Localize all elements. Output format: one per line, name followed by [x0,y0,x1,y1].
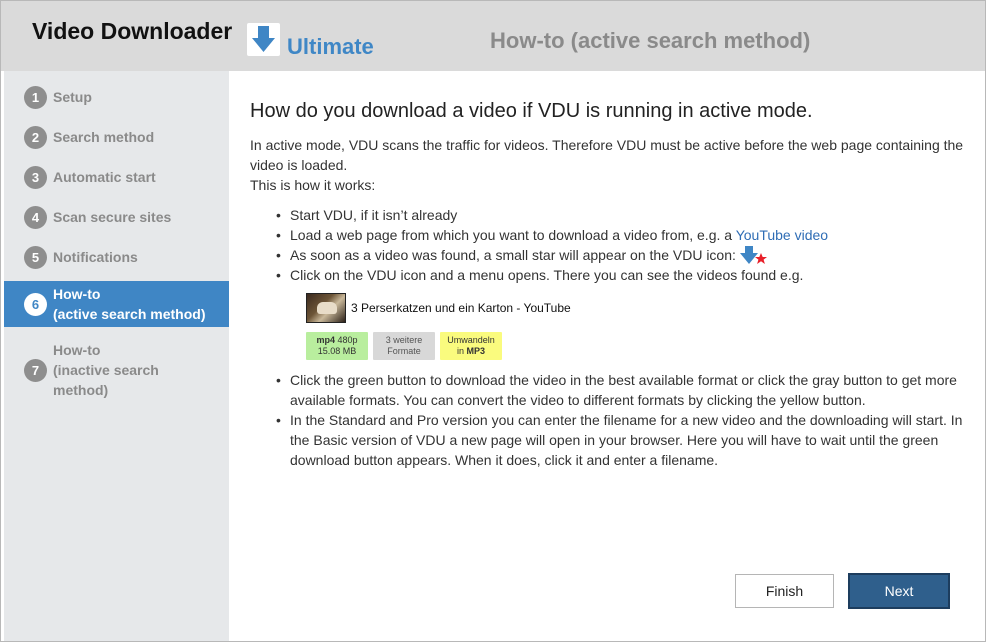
more-formats-button[interactable]: 3 weitere Formate [373,332,435,360]
page-heading: How-to (active search method) [490,28,811,53]
sidebar-item-label: How-to (active search method) [53,286,206,322]
convert-in: in [456,346,467,356]
list-item: As soon as a video was found, a small st… [276,245,970,265]
next-button[interactable]: Next [848,573,950,609]
bullet-text: Click the green button to download the v… [290,372,957,408]
step-number: 7 [24,359,47,382]
convert-button[interactable]: Umwandeln in MP3 [440,332,502,360]
sidebar-item-automatic-start[interactable]: 3 Automatic start [4,165,229,189]
steps-list: Start VDU, if it isn’t already Load a we… [250,205,970,470]
sidebar: 1 Setup 2 Search method 3 Automatic star… [4,71,229,641]
step-number: 2 [24,126,47,149]
format-size: 15.08 MB [317,346,357,356]
sidebar-item-search-method[interactable]: 2 Search method [4,125,229,149]
vdu-star-icon [739,246,768,264]
bullet-text: Start VDU, if it isn’t already [290,207,458,223]
brand-title: Video Downloader [32,18,233,44]
sidebar-item-notifications[interactable]: 5 Notifications [4,245,229,269]
convert-line1: Umwandeln [447,335,495,345]
sidebar-item-label: Notifications [53,249,138,265]
list-item: Start VDU, if it isn’t already [276,205,970,225]
bullet-text: Click on the VDU icon and a menu opens. … [290,267,804,283]
sidebar-item-label: Automatic start [53,169,156,185]
main-content: How do you download a video if VDU is ru… [250,100,970,470]
step-number: 6 [24,293,47,316]
video-title: 3 Perserkatzen und ein Karton - YouTube [351,301,571,315]
sidebar-item-label: How-to (inactive search method) [53,342,159,398]
content-heading: How do you download a video if VDU is ru… [250,100,813,122]
youtube-video-link[interactable]: YouTube video [736,227,828,243]
window-frame: Video Downloader Ultimate How-to (active… [0,0,986,642]
bullet-text: In the Standard and Pro version you can … [290,412,963,468]
step-number: 1 [24,86,47,109]
sidebar-item-howto-active[interactable]: 6 How-to (active search method) [4,281,229,327]
bullet-text: As soon as a video was found, a small st… [290,247,740,263]
intro-paragraph: In active mode, VDU scans the traffic fo… [250,137,964,173]
step-number: 5 [24,246,47,269]
list-item: Click on the VDU icon and a menu opens. … [276,265,970,360]
format-type: mp4 [316,335,335,345]
list-item: Load a web page from which you want to d… [276,225,970,245]
bullet-text: Load a web page from which you want to d… [290,227,736,243]
download-best-format-button[interactable]: mp4 480p 15.08 MB [306,332,368,360]
step-number: 3 [24,166,47,189]
sidebar-item-label: Setup [53,89,92,105]
format-resolution: 480p [337,335,358,345]
intro-howto: This is how it works: [250,177,376,193]
sidebar-item-label: Scan secure sites [53,209,172,225]
more-formats-line1: 3 weitere [385,335,423,345]
video-menu-example: 3 Perserkatzen und ein Karton - YouTube … [290,293,970,360]
finish-button[interactable]: Finish [735,574,834,608]
download-arrow-icon [247,23,280,56]
video-thumbnail [306,293,346,323]
sidebar-item-setup[interactable]: 1 Setup [4,85,229,109]
video-entry: 3 Perserkatzen und ein Karton - YouTube [306,293,970,323]
header: Video Downloader Ultimate How-to (active… [1,1,985,71]
more-formats-line2: Formate [387,346,421,356]
format-buttons: mp4 480p 15.08 MB 3 weitere Formate Umwa… [306,332,970,360]
sidebar-item-howto-inactive[interactable]: 7 How-to (inactive search method) [4,339,229,401]
sidebar-item-label: Search method [53,129,155,145]
list-item: Click the green button to download the v… [276,370,970,410]
sidebar-item-scan-secure-sites[interactable]: 4 Scan secure sites [4,205,229,229]
convert-format: MP3 [466,346,486,356]
step-number: 4 [24,206,47,229]
brand-edition: Ultimate [287,34,374,59]
list-item: In the Standard and Pro version you can … [276,410,970,470]
